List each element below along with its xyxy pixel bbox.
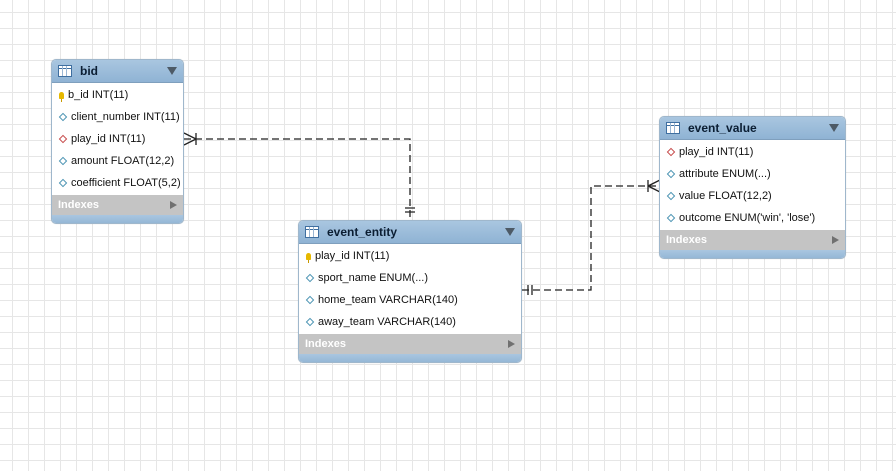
column-row[interactable]: home_team VARCHAR(140) — [299, 289, 521, 311]
primary-key-icon — [59, 91, 64, 102]
table-icon — [305, 226, 319, 238]
column-diamond-icon — [58, 156, 68, 166]
table-event-value[interactable]: event_value play_id INT(11) attribute EN… — [659, 116, 846, 259]
column-diamond-icon — [666, 169, 676, 179]
indexes-label: Indexes — [58, 199, 99, 211]
column-label: client_number INT(11) — [71, 111, 180, 123]
column-label: coefficient FLOAT(5,2) — [71, 177, 181, 189]
column-row[interactable]: attribute ENUM(...) — [660, 163, 845, 185]
column-row[interactable]: client_number INT(11) — [52, 106, 183, 128]
indexes-section[interactable]: Indexes — [299, 334, 521, 354]
indexes-label: Indexes — [666, 234, 707, 246]
collapse-triangle-icon[interactable] — [829, 124, 839, 132]
column-label: b_id INT(11) — [68, 89, 129, 101]
column-row[interactable]: value FLOAT(12,2) — [660, 185, 845, 207]
column-row[interactable]: sport_name ENUM(...) — [299, 267, 521, 289]
column-diamond-icon — [666, 213, 676, 223]
table-title: event_value — [688, 121, 757, 135]
collapse-triangle-icon[interactable] — [505, 228, 515, 236]
column-label: play_id INT(11) — [315, 250, 390, 262]
foreign-key-diamond-icon — [58, 134, 68, 144]
column-row[interactable]: amount FLOAT(12,2) — [52, 150, 183, 172]
table-bid[interactable]: bid b_id INT(11) client_number INT(11) p… — [51, 59, 184, 224]
table-event-entity[interactable]: event_entity play_id INT(11) sport_name … — [298, 220, 522, 363]
column-diamond-icon — [305, 317, 315, 327]
table-title: event_entity — [327, 225, 398, 239]
column-row[interactable]: outcome ENUM('win', 'lose') — [660, 207, 845, 229]
table-footer — [299, 354, 521, 362]
crows-foot-many-marker — [183, 132, 197, 146]
column-diamond-icon — [58, 178, 68, 188]
column-label: sport_name ENUM(...) — [318, 272, 429, 284]
column-label: play_id INT(11) — [679, 146, 754, 158]
expand-triangle-icon[interactable] — [170, 201, 177, 209]
one-marker — [405, 207, 415, 213]
column-diamond-icon — [666, 191, 676, 201]
column-row[interactable]: play_id INT(11) — [660, 141, 845, 163]
indexes-label: Indexes — [305, 338, 346, 350]
column-diamond-icon — [58, 112, 68, 122]
expand-triangle-icon[interactable] — [508, 340, 515, 348]
column-label: value FLOAT(12,2) — [679, 190, 772, 202]
column-label: away_team VARCHAR(140) — [318, 316, 456, 328]
column-diamond-icon — [305, 295, 315, 305]
table-header[interactable]: bid — [52, 60, 183, 83]
relationship-event-entity-event-value[interactable] — [522, 185, 660, 291]
primary-key-icon — [306, 252, 311, 263]
relationship-bid-event-entity[interactable] — [184, 138, 411, 218]
expand-triangle-icon[interactable] — [832, 236, 839, 244]
column-row[interactable]: away_team VARCHAR(140) — [299, 311, 521, 333]
table-title: bid — [80, 64, 98, 78]
indexes-section[interactable]: Indexes — [52, 195, 183, 215]
column-row[interactable]: play_id INT(11) — [52, 128, 183, 150]
table-footer — [660, 250, 845, 258]
column-label: outcome ENUM('win', 'lose') — [679, 212, 816, 224]
table-footer — [52, 215, 183, 223]
collapse-triangle-icon[interactable] — [167, 67, 177, 75]
one-marker — [527, 285, 533, 295]
table-icon — [58, 65, 72, 77]
foreign-key-diamond-icon — [666, 147, 676, 157]
column-row[interactable]: b_id INT(11) — [52, 84, 183, 106]
column-row[interactable]: play_id INT(11) — [299, 245, 521, 267]
column-label: attribute ENUM(...) — [679, 168, 771, 180]
column-row[interactable]: coefficient FLOAT(5,2) — [52, 172, 183, 194]
column-diamond-icon — [305, 273, 315, 283]
table-header[interactable]: event_value — [660, 117, 845, 140]
column-label: home_team VARCHAR(140) — [318, 294, 458, 306]
table-icon — [666, 122, 680, 134]
column-label: amount FLOAT(12,2) — [71, 155, 175, 167]
table-header[interactable]: event_entity — [299, 221, 521, 244]
indexes-section[interactable]: Indexes — [660, 230, 845, 250]
column-label: play_id INT(11) — [71, 133, 146, 145]
